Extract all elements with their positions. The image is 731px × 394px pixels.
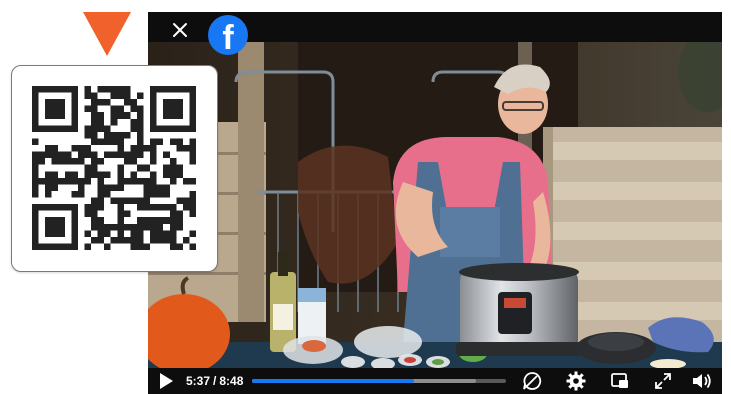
time-display: 5:37/8:48 (186, 374, 243, 388)
play-button[interactable] (158, 372, 176, 390)
qr-code-card (11, 65, 218, 272)
captions-button[interactable] (522, 371, 542, 391)
fullscreen-icon (655, 373, 671, 389)
volume-icon (693, 373, 711, 389)
video-player[interactable]: f 5:37 / 8:48 (148, 12, 722, 394)
volume-button[interactable] (691, 371, 713, 391)
close-button[interactable] (168, 21, 192, 45)
miniplayer-button[interactable] (610, 371, 630, 391)
pointer-arrow-icon (83, 12, 131, 56)
play-icon (160, 373, 173, 389)
gear-icon (566, 371, 586, 391)
facebook-logo-button[interactable]: f (208, 15, 248, 55)
miniplayer-icon (611, 373, 628, 388)
captions-off-icon (523, 372, 542, 390)
settings-button[interactable] (566, 371, 586, 391)
close-icon (173, 23, 187, 37)
facebook-icon: f (222, 19, 234, 55)
seek-bar[interactable] (252, 379, 506, 383)
fullscreen-button[interactable] (653, 371, 673, 391)
duration: 8:48 (219, 374, 244, 388)
seek-bar-progress (252, 379, 415, 383)
qr-code-icon (32, 86, 196, 250)
current-time: 5:37 (186, 374, 211, 388)
video-frame[interactable] (148, 42, 722, 382)
time-separator: / (213, 374, 217, 388)
player-control-bar: 5:37/8:48 (148, 368, 722, 394)
video-scene-image (148, 42, 722, 382)
